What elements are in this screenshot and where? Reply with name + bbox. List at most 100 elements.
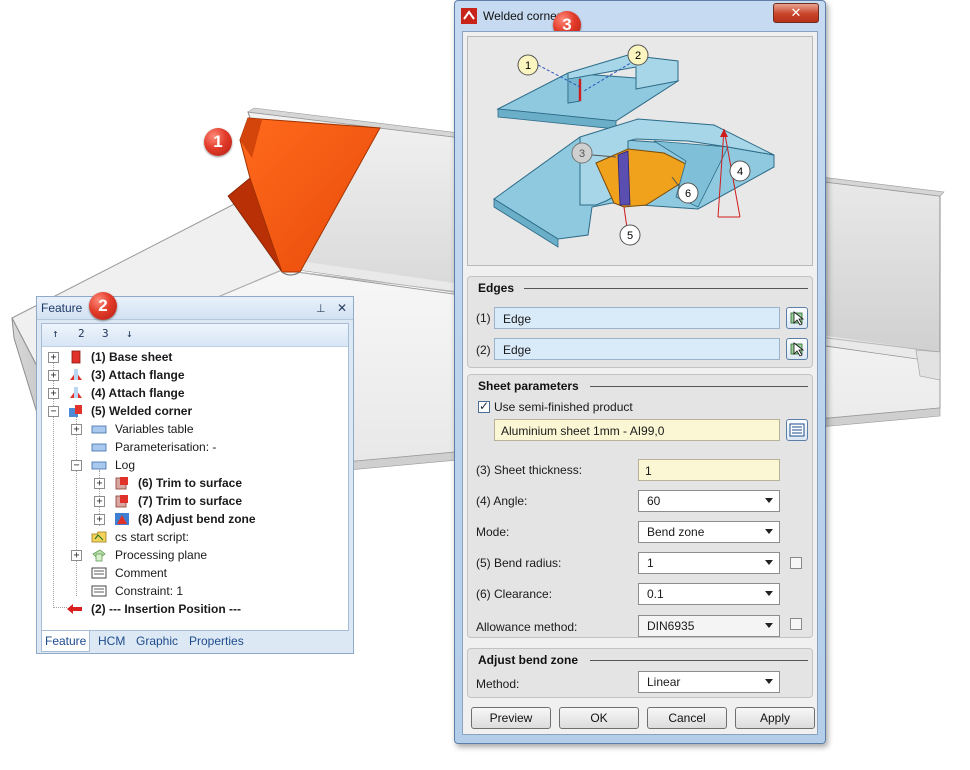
allowance-method-value: DIN6935 xyxy=(647,619,695,633)
edge-2-pick-button[interactable] xyxy=(786,338,808,360)
tree-item-label: (5) Welded corner xyxy=(91,404,193,418)
edge-1-pick-button[interactable] xyxy=(786,307,808,329)
tree-item-base-sheet[interactable]: + (1) Base sheet xyxy=(42,348,342,366)
callout-3: 3 xyxy=(571,142,593,164)
tree-item-constraint[interactable]: Constraint: 1 xyxy=(42,582,342,600)
allowance-method-label: Allowance method: xyxy=(476,620,578,634)
pin-icon[interactable]: ⊥ xyxy=(316,303,326,315)
tree-item-trim-7[interactable]: + (7) Trim to surface xyxy=(42,492,342,510)
tree-item-insertion-position[interactable]: (2) --- Insertion Position --- xyxy=(42,600,342,618)
semi-finished-catalog-button[interactable] xyxy=(786,419,808,441)
clearance-value: 0.1 xyxy=(647,587,664,601)
marker-1: 1 xyxy=(204,128,232,156)
tree-item-attach-flange-4[interactable]: + (4) Attach flange xyxy=(42,384,342,402)
method-label: Method: xyxy=(476,677,520,691)
tree-item-label: Variables table xyxy=(115,422,194,436)
mode-value: Bend zone xyxy=(647,525,705,539)
sheet-thickness-field[interactable]: 1 xyxy=(638,459,780,481)
clearance-select[interactable]: 0.1 xyxy=(638,583,780,605)
tree-item-processing-plane[interactable]: + Processing plane xyxy=(42,546,342,564)
bend-radius-checkbox[interactable] xyxy=(790,557,802,569)
dialog-titlebar[interactable]: Welded corner ✕ xyxy=(455,1,825,31)
use-semi-finished-checkbox[interactable] xyxy=(478,399,490,413)
use-semi-finished-label: Use semi-finished product xyxy=(494,400,633,414)
allowance-method-checkbox[interactable] xyxy=(790,618,802,630)
pick-cursor-icon xyxy=(790,342,805,357)
feature-panel-titlebar: Feature ⊥ ✕ xyxy=(37,297,353,320)
adjust-bend-zone-section: Adjust bend zone Method: Linear xyxy=(467,648,813,698)
chevron-down-icon xyxy=(765,623,773,628)
chevron-down-icon xyxy=(765,560,773,565)
tree-item-label: cs start script: xyxy=(115,530,190,544)
edge-2-field[interactable]: Edge xyxy=(494,338,780,360)
svg-text:1: 1 xyxy=(525,60,531,72)
expand-all-icon[interactable]: ↑ xyxy=(52,327,74,343)
tree-item-label: (2) --- Insertion Position --- xyxy=(91,602,241,616)
edges-title: Edges xyxy=(478,281,515,295)
method-value: Linear xyxy=(647,675,681,689)
callout-2: 2 xyxy=(627,44,649,66)
tree-item-log[interactable]: − Log xyxy=(42,456,342,474)
welded-corner-diagram: 1 2 3 4 5 6 xyxy=(493,44,775,248)
semi-finished-product-field[interactable]: Aluminium sheet 1mm - AI99,0 xyxy=(494,419,780,441)
dialog-close-button[interactable]: ✕ xyxy=(773,3,819,23)
chevron-down-icon xyxy=(765,679,773,684)
feature-panel-title: Feature xyxy=(41,301,83,315)
tree-item-label: (3) Attach flange xyxy=(91,368,185,382)
chevron-down-icon xyxy=(765,529,773,534)
comment-icon xyxy=(91,567,107,579)
tree-item-label: Parameterisation: - xyxy=(115,440,217,454)
adjust-bend-zone-icon xyxy=(115,513,129,525)
allowance-method-select[interactable]: DIN6935 xyxy=(638,615,780,637)
tree-item-label: Log xyxy=(115,458,136,472)
ok-button[interactable]: OK xyxy=(559,707,639,729)
angle-select[interactable]: 60 xyxy=(638,490,780,512)
angle-value: 60 xyxy=(647,494,661,508)
sheet-thickness-label: (3) Sheet thickness: xyxy=(476,463,583,477)
level-2-button[interactable]: 2 xyxy=(78,327,100,343)
mode-select[interactable]: Bend zone xyxy=(638,521,780,543)
tree-item-variables-table[interactable]: + Variables table xyxy=(42,420,342,438)
svg-text:6: 6 xyxy=(685,188,691,200)
apply-button[interactable]: Apply xyxy=(735,707,815,729)
tree-item-attach-flange-3[interactable]: + (3) Attach flange xyxy=(42,366,342,384)
mode-label: Mode: xyxy=(476,525,510,539)
feature-tree[interactable]: ↑ 2 3 ↓ + (1) Base sheet + (3) Attach fl… xyxy=(41,323,349,631)
tree-item-adjust-bend-zone[interactable]: + (8) Adjust bend zone xyxy=(42,510,342,528)
edge-1-field[interactable]: Edge xyxy=(494,307,780,329)
tree-item-parameterisation[interactable]: Parameterisation: - xyxy=(42,438,342,456)
method-select[interactable]: Linear xyxy=(638,671,780,693)
insertion-arrow-icon xyxy=(67,604,82,614)
cancel-button[interactable]: Cancel xyxy=(647,707,727,729)
svg-text:2: 2 xyxy=(635,50,641,62)
angle-label: (4) Angle: xyxy=(476,494,528,508)
edges-section: Edges (1) Edge (2) Edge xyxy=(467,276,813,368)
marker-2: 2 xyxy=(89,292,117,320)
svg-text:5: 5 xyxy=(627,230,633,242)
callout-6: 6 xyxy=(677,182,699,204)
tree-item-label: Processing plane xyxy=(115,548,208,562)
callout-4: 4 xyxy=(729,160,751,182)
tab-properties[interactable]: Properties xyxy=(186,631,247,651)
tab-feature[interactable]: Feature xyxy=(41,631,91,652)
dialog-body: 1 2 3 4 5 6 Edges (1) Edge (2) Edge Shee… xyxy=(462,31,818,735)
tree-item-label: (7) Trim to surface xyxy=(138,494,243,508)
tab-graphic[interactable]: Graphic xyxy=(133,631,181,651)
preview-button[interactable]: Preview xyxy=(471,707,551,729)
tree-item-start-script[interactable]: cs start script: xyxy=(42,528,342,546)
tree-item-trim-6[interactable]: + (6) Trim to surface xyxy=(42,474,342,492)
tree-toolbar: ↑ 2 3 ↓ xyxy=(42,324,348,347)
tree-item-welded-corner[interactable]: − (5) Welded corner xyxy=(42,402,342,420)
script-folder-icon xyxy=(91,531,107,543)
level-3-button[interactable]: 3 xyxy=(102,327,124,343)
tree-item-label: Comment xyxy=(115,566,168,580)
processing-plane-icon xyxy=(92,549,106,562)
tree-item-comment[interactable]: Comment xyxy=(42,564,342,582)
welded-corner-icon xyxy=(69,405,82,417)
collapse-all-icon[interactable]: ↓ xyxy=(126,327,148,343)
svg-text:3: 3 xyxy=(579,148,585,160)
bend-radius-select[interactable]: 1 xyxy=(638,552,780,574)
pick-cursor-icon xyxy=(790,311,805,326)
tab-hcm[interactable]: HCM xyxy=(95,631,128,651)
close-icon[interactable]: ✕ xyxy=(337,301,347,315)
